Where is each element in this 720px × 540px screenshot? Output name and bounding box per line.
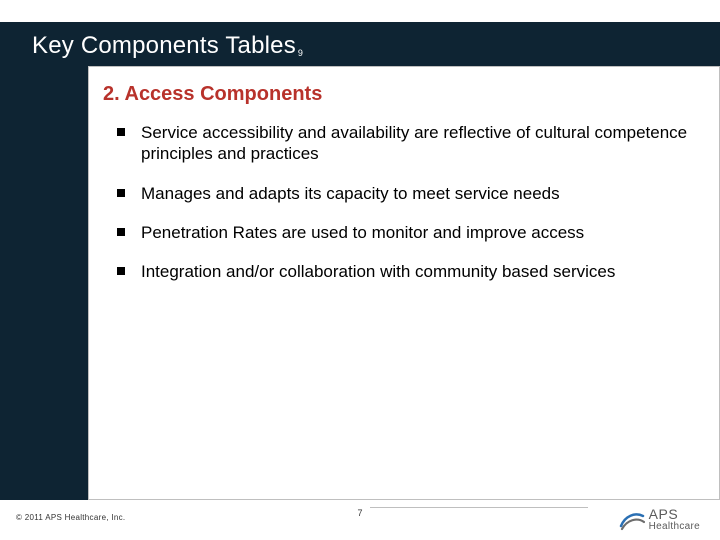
bullet-item: Penetration Rates are used to monitor an… (117, 222, 697, 243)
page-number: 7 (357, 508, 362, 518)
logo-text: APS Healthcare (649, 507, 700, 532)
bullet-list: Service accessibility and availability a… (103, 122, 697, 282)
footer: © 2011 APS Healthcare, Inc. 7 APS Health… (0, 500, 720, 540)
slide-title-sub: 9 (298, 48, 303, 58)
copyright: © 2011 APS Healthcare, Inc. (16, 513, 125, 522)
swoosh-icon (619, 506, 645, 532)
title-band: Key Components Tables 9 (0, 22, 720, 66)
left-sidebar (0, 66, 88, 500)
slide-title: Key Components Tables (32, 32, 296, 60)
content: 2. Access Components Service accessibili… (89, 67, 719, 282)
logo-aps: APS (649, 507, 700, 521)
body-row: 2. Access Components Service accessibili… (0, 66, 720, 500)
logo: APS Healthcare (619, 506, 700, 532)
section-heading: 2. Access Components (103, 83, 697, 106)
bullet-item: Integration and/or collaboration with co… (117, 261, 697, 282)
footer-divider (370, 507, 588, 508)
bullet-item: Service accessibility and availability a… (117, 122, 697, 165)
logo-healthcare: Healthcare (649, 522, 700, 532)
top-margin (0, 0, 720, 22)
content-frame: 2. Access Components Service accessibili… (88, 66, 720, 500)
bullet-item: Manages and adapts its capacity to meet … (117, 183, 697, 204)
slide: Key Components Tables 9 2. Access Compon… (0, 0, 720, 540)
